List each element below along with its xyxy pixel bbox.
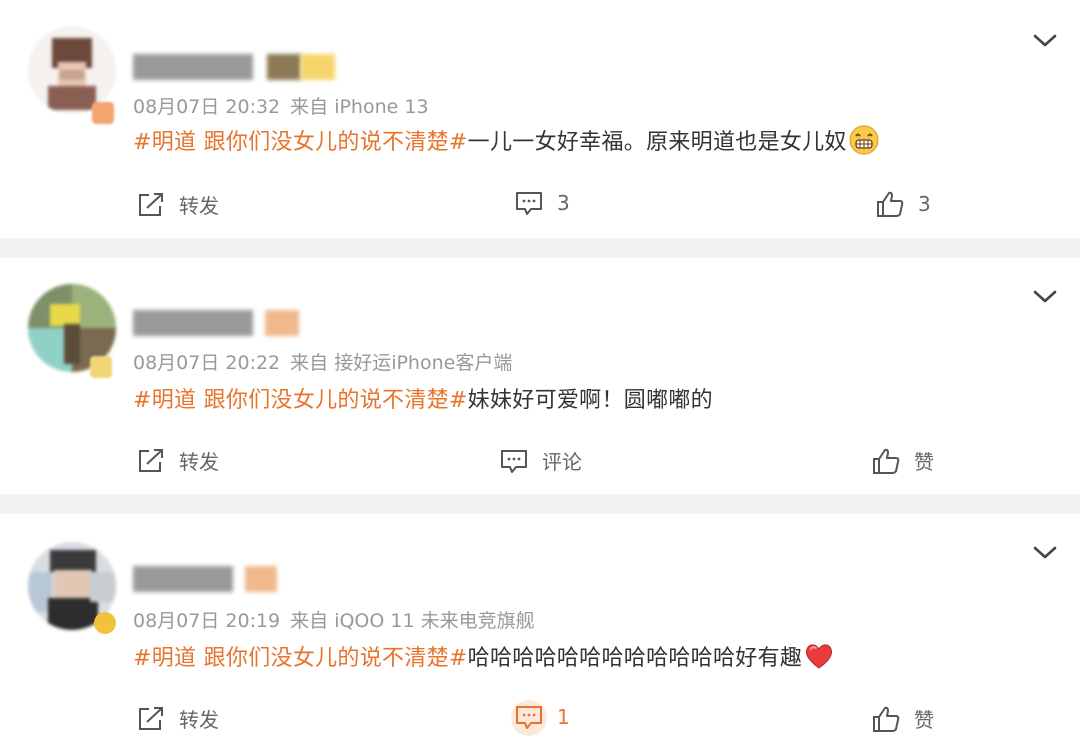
comment-button[interactable]: 3: [515, 190, 570, 216]
like-button[interactable]: 3: [876, 190, 931, 218]
avatar[interactable]: [28, 284, 120, 378]
comment-button[interactable]: 1: [511, 700, 570, 736]
repost-icon: [139, 192, 163, 216]
post-separator: [0, 494, 1080, 514]
post-meta: 08月07日 20:32 来自 iPhone 13: [133, 92, 429, 119]
comment-label: 评论: [542, 450, 582, 474]
comment-icon: [516, 192, 542, 215]
post-time: 08月07日 20:32: [133, 96, 281, 118]
like-button[interactable]: 赞: [872, 704, 934, 733]
heart-emoji-icon: [806, 644, 833, 669]
chevron-down-icon[interactable]: [1032, 32, 1058, 50]
like-count: 3: [918, 192, 931, 216]
repost-icon: [139, 706, 163, 730]
post-text: #明道 跟你们没女儿的说不清楚#妹妹好可爱啊！圆嘟嘟的: [133, 382, 713, 414]
topic-link[interactable]: #明道 跟你们没女儿的说不清楚#: [133, 388, 468, 413]
post-time: 08月07日 20:22: [133, 352, 281, 374]
repost-label: 转发: [179, 450, 219, 474]
post-source: 来自 接好运iPhone客户端: [290, 352, 513, 374]
comment-count: 3: [557, 191, 570, 215]
topic-link[interactable]: #明道 跟你们没女儿的说不清楚#: [133, 646, 468, 671]
chevron-down-icon[interactable]: [1032, 544, 1058, 562]
post-body: 一儿一女好幸福。原来明道也是女儿奴: [467, 130, 847, 155]
post-3: 08月07日 20:19 来自 iQOO 11 未来电竞旗舰 #明道 跟你们没女儿…: [0, 514, 1080, 743]
thumbs-up-icon: [877, 191, 904, 217]
post-body: 妹妹好可爱啊！圆嘟嘟的: [467, 388, 713, 413]
avatar[interactable]: [28, 26, 120, 124]
post-body: 哈哈哈哈哈哈哈哈哈哈哈哈好有趣: [467, 646, 803, 671]
post-meta: 08月07日 20:19 来自 iQOO 11 未来电竞旗舰: [133, 606, 535, 633]
thumbs-up-icon: [873, 448, 900, 474]
repost-icon: [139, 448, 163, 472]
comment-icon: [516, 706, 542, 729]
repost-button[interactable]: 转发: [137, 446, 219, 475]
comment-count: 1: [557, 705, 570, 729]
username-blurred[interactable]: [133, 566, 293, 592]
post-source: 来自 iQOO 11 未来电竞旗舰: [290, 610, 535, 632]
repost-button[interactable]: 转发: [137, 704, 219, 733]
post-meta: 08月07日 20:22 来自 接好运iPhone客户端: [133, 348, 512, 375]
post-separator: [0, 238, 1080, 258]
like-label: 赞: [914, 450, 934, 474]
like-button[interactable]: 赞: [872, 446, 934, 475]
repost-button[interactable]: 转发: [137, 190, 219, 219]
post-source: 来自 iPhone 13: [290, 96, 429, 118]
avatar[interactable]: [28, 542, 120, 634]
repost-label: 转发: [179, 708, 219, 732]
topic-link[interactable]: #明道 跟你们没女儿的说不清楚#: [133, 130, 468, 155]
grin-emoji-icon: [849, 125, 879, 155]
post-1: 08月07日 20:32 来自 iPhone 13 #明道 跟你们没女儿的说不清楚…: [0, 0, 1080, 238]
comment-icon: [501, 449, 527, 473]
username-blurred[interactable]: [133, 310, 303, 336]
like-label: 赞: [914, 708, 934, 732]
post-text: #明道 跟你们没女儿的说不清楚#一儿一女好幸福。原来明道也是女儿奴: [133, 124, 879, 156]
chevron-down-icon[interactable]: [1032, 288, 1058, 306]
thumbs-up-icon: [873, 706, 900, 732]
username-blurred[interactable]: [133, 54, 343, 80]
post-time: 08月07日 20:19: [133, 610, 281, 632]
post-2: 08月07日 20:22 来自 接好运iPhone客户端 #明道 跟你们没女儿的说…: [0, 258, 1080, 494]
repost-label: 转发: [179, 194, 219, 218]
post-text: #明道 跟你们没女儿的说不清楚#哈哈哈哈哈哈哈哈哈哈哈哈好有趣: [133, 640, 834, 672]
comment-button[interactable]: 评论: [500, 446, 582, 475]
